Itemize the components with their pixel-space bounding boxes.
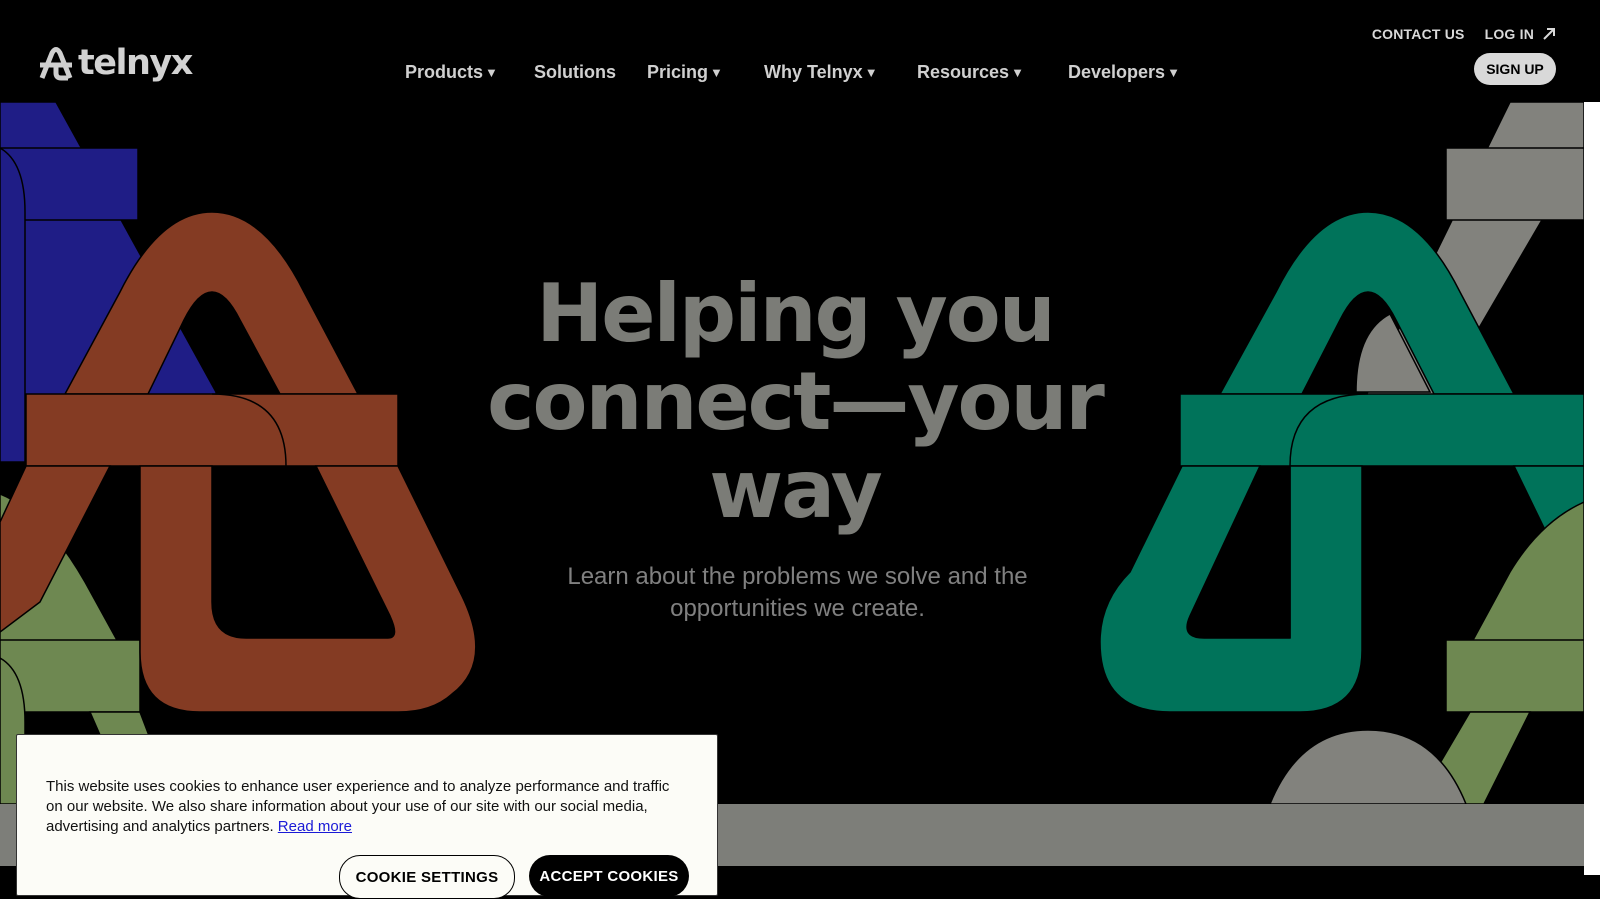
nav-label: Solutions	[534, 62, 616, 82]
right-decorative-illustration	[1100, 102, 1584, 804]
green-bar	[1179, 393, 1584, 467]
nav-label: Developers	[1068, 62, 1166, 82]
sage-block-right	[1445, 639, 1584, 713]
green-loop	[1100, 465, 1363, 713]
caret-down-icon: ▼	[1167, 65, 1180, 80]
hero-subheading: Learn about the problems we solve and th…	[567, 563, 1028, 622]
nav-resources[interactable]: Resources ▼	[917, 62, 1068, 83]
hero-heading-line-2: connect—your	[487, 355, 1105, 448]
nav-label: Pricing	[647, 62, 709, 82]
nav-pricing[interactable]: Pricing ▼	[647, 62, 764, 83]
blue-arch	[0, 147, 26, 463]
read-more-link[interactable]: Read more	[278, 818, 352, 835]
login-label: LOG IN	[1484, 26, 1534, 42]
rust-loop	[139, 465, 477, 713]
caret-down-icon: ▼	[1011, 65, 1024, 80]
nav-products[interactable]: Products ▼	[405, 62, 534, 83]
utility-nav: CONTACT US LOG IN	[1372, 26, 1556, 42]
telnyx-logo-icon	[39, 46, 73, 80]
sage-arch-right	[1470, 501, 1584, 643]
caret-down-icon: ▼	[710, 65, 723, 80]
hero-heading: Helping you connect—your way	[460, 270, 1130, 534]
accept-cookies-button[interactable]: ACCEPT COOKIES	[529, 855, 689, 897]
cookie-message-text: This website uses cookies to enhance use…	[46, 778, 670, 835]
nav-why-telnyx[interactable]: Why Telnyx ▼	[764, 62, 917, 83]
nav-developers[interactable]: Developers ▼	[1068, 62, 1180, 83]
caret-down-icon: ▼	[864, 65, 878, 80]
logo-wordmark: telnyx	[78, 43, 193, 83]
nav-label: Resources	[917, 62, 1010, 82]
external-arrow-icon	[1543, 28, 1555, 40]
cookie-banner: This website uses cookies to enhance use…	[16, 734, 718, 899]
contact-us-link[interactable]: CONTACT US	[1372, 26, 1465, 42]
hero-heading-line-1: Helping you	[536, 267, 1055, 360]
hero-heading-line-3: way	[709, 443, 883, 536]
caret-down-icon: ▼	[485, 65, 498, 80]
telnyx-logo[interactable]: telnyx	[38, 43, 193, 83]
left-decorative-illustration	[0, 102, 477, 804]
rust-bar	[25, 393, 399, 467]
nav-solutions[interactable]: Solutions	[534, 62, 647, 83]
page-scrollbar[interactable]	[1584, 0, 1600, 875]
gray-dome	[1269, 729, 1467, 804]
nav-label: Why Telnyx	[764, 62, 863, 82]
main-nav: Products ▼ Solutions Pricing ▼ Why Telnyx ▼…	[405, 62, 1180, 83]
site-header: telnyx CONTACT US LOG IN Products ▼ Solut…	[0, 0, 1600, 102]
login-link[interactable]: LOG IN	[1485, 26, 1556, 42]
cookie-message: This website uses cookies to enhance use…	[46, 777, 681, 837]
gray-block	[1445, 147, 1584, 221]
sign-up-button[interactable]: SIGN UP	[1474, 53, 1556, 85]
nav-label: Products	[405, 62, 484, 82]
cookie-settings-button[interactable]: COOKIE SETTINGS	[339, 855, 515, 899]
